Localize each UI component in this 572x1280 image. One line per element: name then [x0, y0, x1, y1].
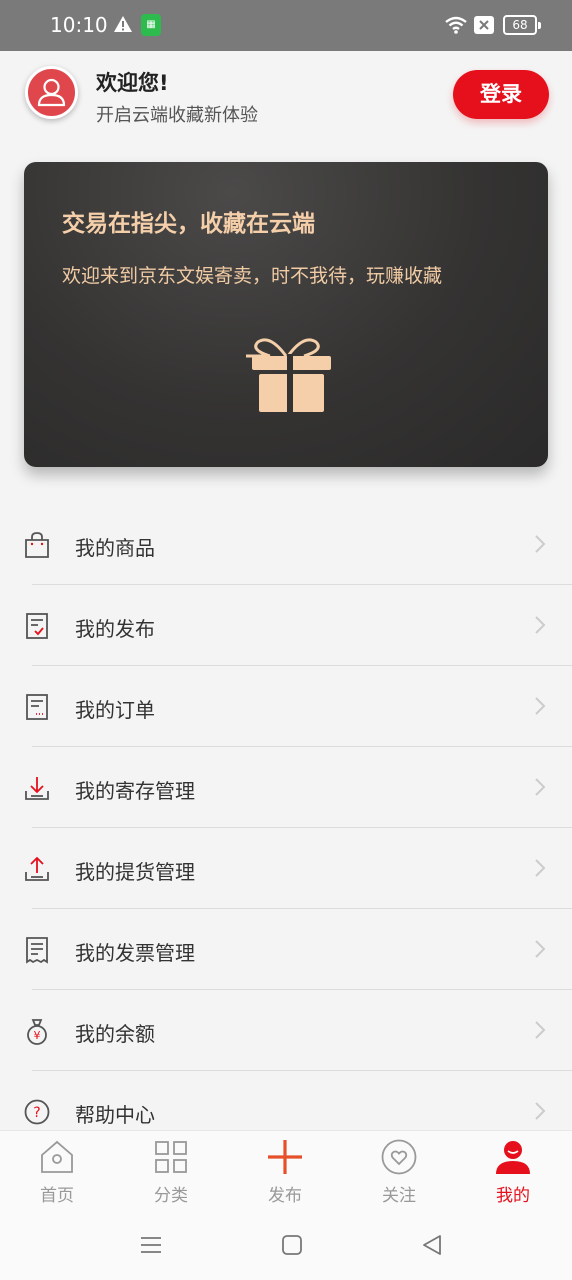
chevron-right-icon — [535, 859, 546, 877]
status-time: 10:10 — [50, 13, 108, 37]
order-icon — [26, 694, 48, 720]
menu-item-my-products[interactable]: 我的商品 — [0, 504, 572, 585]
user-avatar-icon — [37, 78, 66, 107]
battery-icon: 68 — [503, 15, 541, 35]
tab-label: 分类 — [154, 1186, 188, 1206]
shopping-bag-icon — [25, 532, 49, 558]
menu-label: 帮助中心 — [75, 1103, 155, 1127]
chevron-right-icon — [535, 1021, 546, 1039]
tab-label: 关注 — [382, 1186, 416, 1206]
system-nav-bar — [0, 1216, 572, 1280]
tab-publish[interactable]: 发布 — [228, 1131, 342, 1217]
wifi-icon — [445, 16, 467, 34]
download-tray-icon — [25, 777, 49, 800]
tab-mine[interactable]: 我的 — [456, 1131, 570, 1217]
bottom-tab-bar: 首页 分类 发布 关注 我的 — [0, 1130, 572, 1216]
back-icon[interactable] — [421, 1234, 443, 1256]
promo-subtitle: 欢迎来到京东文娱寄卖，时不我待，玩赚收藏 — [62, 265, 443, 287]
promo-title: 交易在指尖，收藏在云端 — [62, 211, 315, 237]
upload-tray-icon — [25, 856, 49, 881]
chevron-right-icon — [535, 616, 546, 634]
help-icon: ? — [24, 1099, 50, 1125]
home-icon — [41, 1140, 73, 1173]
tab-category[interactable]: 分类 — [114, 1131, 228, 1217]
menu-label: 我的商品 — [75, 536, 155, 560]
greeting-title: 欢迎您! — [96, 71, 169, 95]
login-button[interactable]: 登录 — [453, 70, 549, 119]
menu-label: 我的订单 — [75, 698, 155, 722]
tab-label: 我的 — [496, 1186, 530, 1206]
tab-follow[interactable]: 关注 — [342, 1131, 456, 1217]
account-menu: 我的商品 我的发布 我的订单 我的寄存管理 我的提货管理 我的发票管理 ¥ 我的… — [0, 504, 572, 1152]
chevron-right-icon — [535, 1102, 546, 1120]
menu-icon[interactable] — [140, 1234, 162, 1256]
menu-label: 我的发布 — [75, 617, 155, 641]
tab-label: 首页 — [40, 1186, 74, 1206]
gift-icon — [246, 338, 331, 414]
menu-item-my-pickup[interactable]: 我的提货管理 — [0, 828, 572, 909]
svg-text:?: ? — [33, 1105, 40, 1121]
menu-item-my-invoices[interactable]: 我的发票管理 — [0, 909, 572, 990]
chevron-right-icon — [535, 940, 546, 958]
checklist-icon — [26, 613, 48, 639]
menu-label: 我的发票管理 — [75, 941, 195, 965]
svg-text:¥: ¥ — [34, 1029, 41, 1042]
menu-item-my-storage[interactable]: 我的寄存管理 — [0, 747, 572, 828]
menu-item-my-posts[interactable]: 我的发布 — [0, 585, 572, 666]
chevron-right-icon — [535, 778, 546, 796]
receipt-icon — [26, 937, 48, 964]
user-header: 欢迎您! 开启云端收藏新体验 登录 — [0, 51, 572, 141]
tab-label: 发布 — [268, 1186, 302, 1206]
heart-icon — [381, 1139, 417, 1175]
menu-item-my-balance[interactable]: ¥ 我的余额 — [0, 990, 572, 1071]
warning-icon — [114, 16, 132, 32]
plus-icon — [268, 1140, 302, 1174]
menu-label: 我的寄存管理 — [75, 779, 195, 803]
user-icon — [496, 1141, 530, 1174]
promo-banner[interactable]: 交易在指尖，收藏在云端 欢迎来到京东文娱寄卖，时不我待，玩赚收藏 — [24, 162, 548, 467]
home-square-icon[interactable] — [281, 1234, 303, 1256]
greeting-subtitle: 开启云端收藏新体验 — [96, 105, 258, 126]
menu-label: 我的余额 — [75, 1022, 155, 1046]
app-notification-icon: ▦ — [141, 14, 161, 36]
no-sim-icon — [474, 16, 494, 34]
menu-item-my-orders[interactable]: 我的订单 — [0, 666, 572, 747]
grid-icon — [155, 1141, 187, 1173]
tab-home[interactable]: 首页 — [0, 1131, 114, 1217]
money-bag-icon: ¥ — [27, 1019, 47, 1045]
chevron-right-icon — [535, 535, 546, 553]
status-bar: 10:10 ▦ 68 — [0, 0, 572, 51]
chevron-right-icon — [535, 697, 546, 715]
menu-label: 我的提货管理 — [75, 860, 195, 884]
avatar[interactable] — [25, 66, 78, 119]
